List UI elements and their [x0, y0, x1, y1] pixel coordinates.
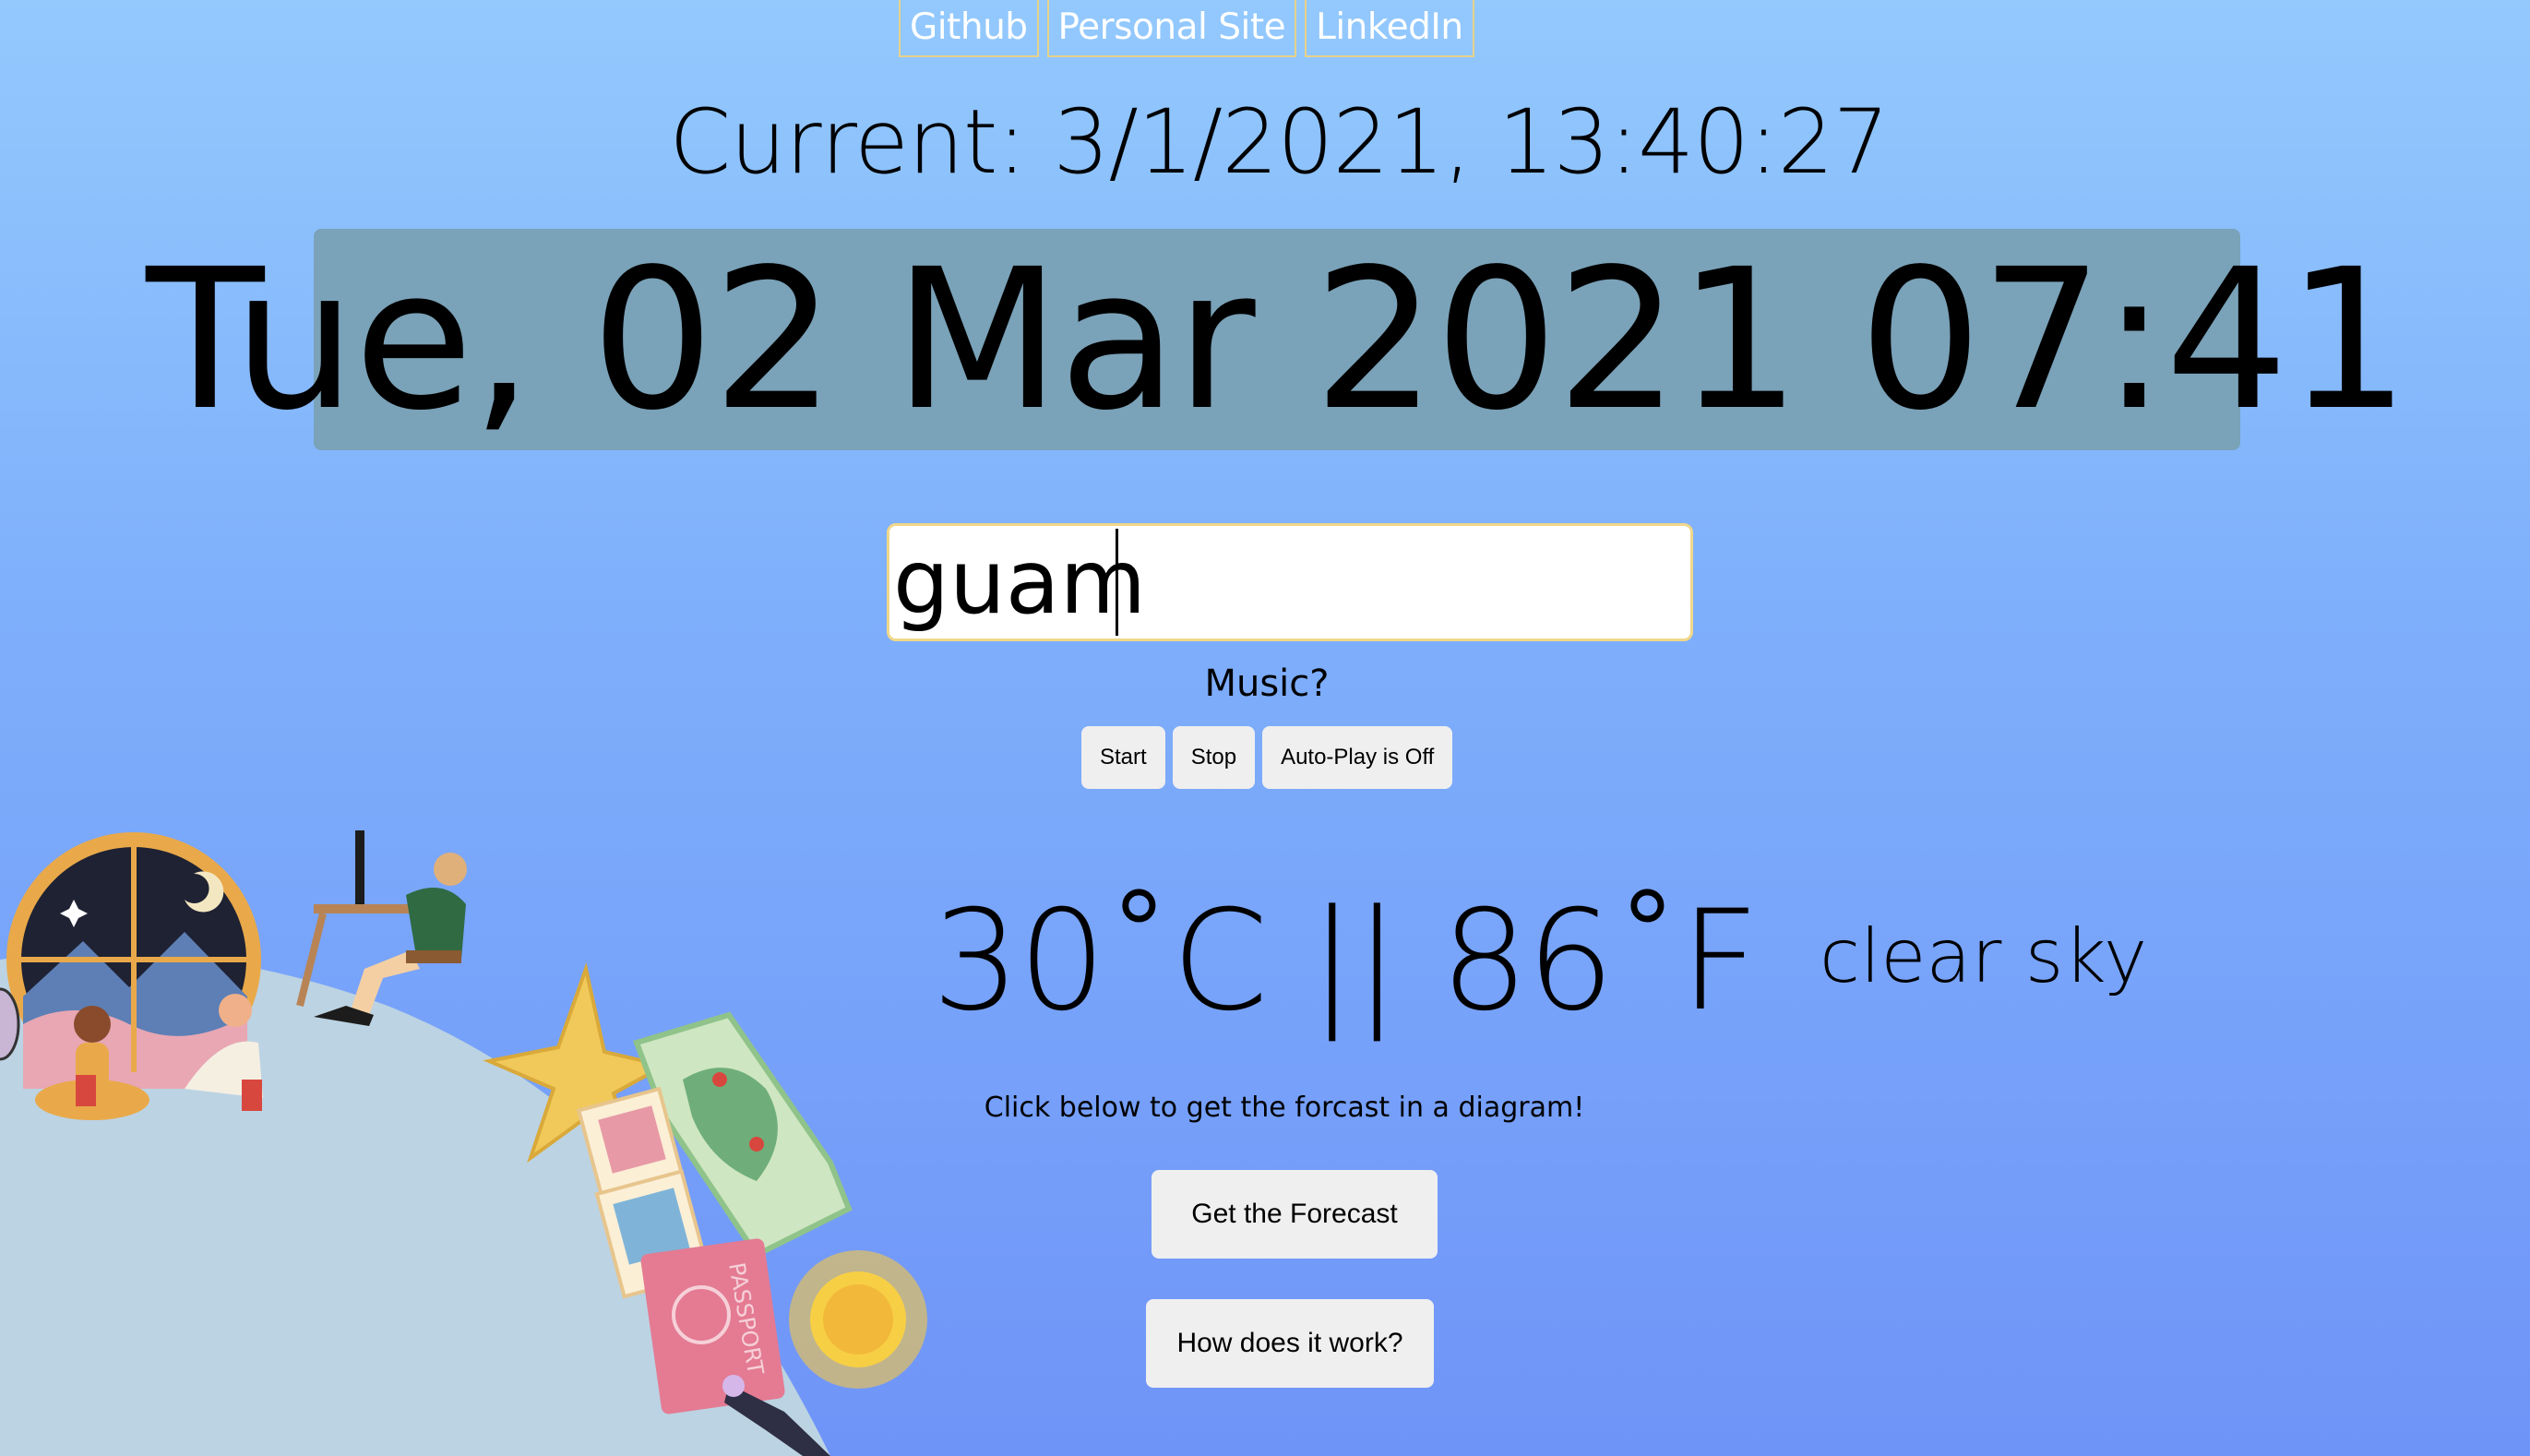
github-link[interactable]: Github	[899, 0, 1039, 57]
get-forecast-button[interactable]: Get the Forecast	[1152, 1170, 1438, 1259]
city-search-input[interactable]	[887, 523, 1693, 641]
text-caret	[1116, 529, 1118, 636]
top-nav: Github Personal Site LinkedIn	[899, 0, 1474, 57]
linkedin-link[interactable]: LinkedIn	[1305, 0, 1474, 57]
music-stop-button[interactable]: Stop	[1172, 726, 1256, 789]
window-illustration	[6, 832, 263, 1120]
personal-site-link[interactable]: Personal Site	[1046, 0, 1297, 57]
music-controls: Start Stop Auto-Play is Off	[1081, 726, 1453, 789]
sun-icon	[789, 1250, 927, 1389]
music-label: Music?	[1204, 662, 1330, 705]
music-start-button[interactable]: Start	[1081, 726, 1165, 789]
weather-description: clear sky	[1820, 913, 2148, 999]
passport-illustration: PASSPORT	[640, 1238, 785, 1414]
how-it-works-button[interactable]: How does it work?	[1146, 1299, 1434, 1388]
temperature-readout: 30˚C || 86˚F	[932, 881, 1760, 1042]
current-time: Current: 3/1/2021, 13:40:27	[669, 90, 1889, 194]
destination-clock: Tue, 02 Mar 2021 07:41	[146, 227, 2409, 453]
travel-illustration: PASSPORT	[0, 830, 927, 1456]
autoplay-toggle-button[interactable]: Auto-Play is Off	[1262, 726, 1453, 789]
destination-time: Tue, 02 Mar 2021 07:41	[146, 226, 2409, 453]
